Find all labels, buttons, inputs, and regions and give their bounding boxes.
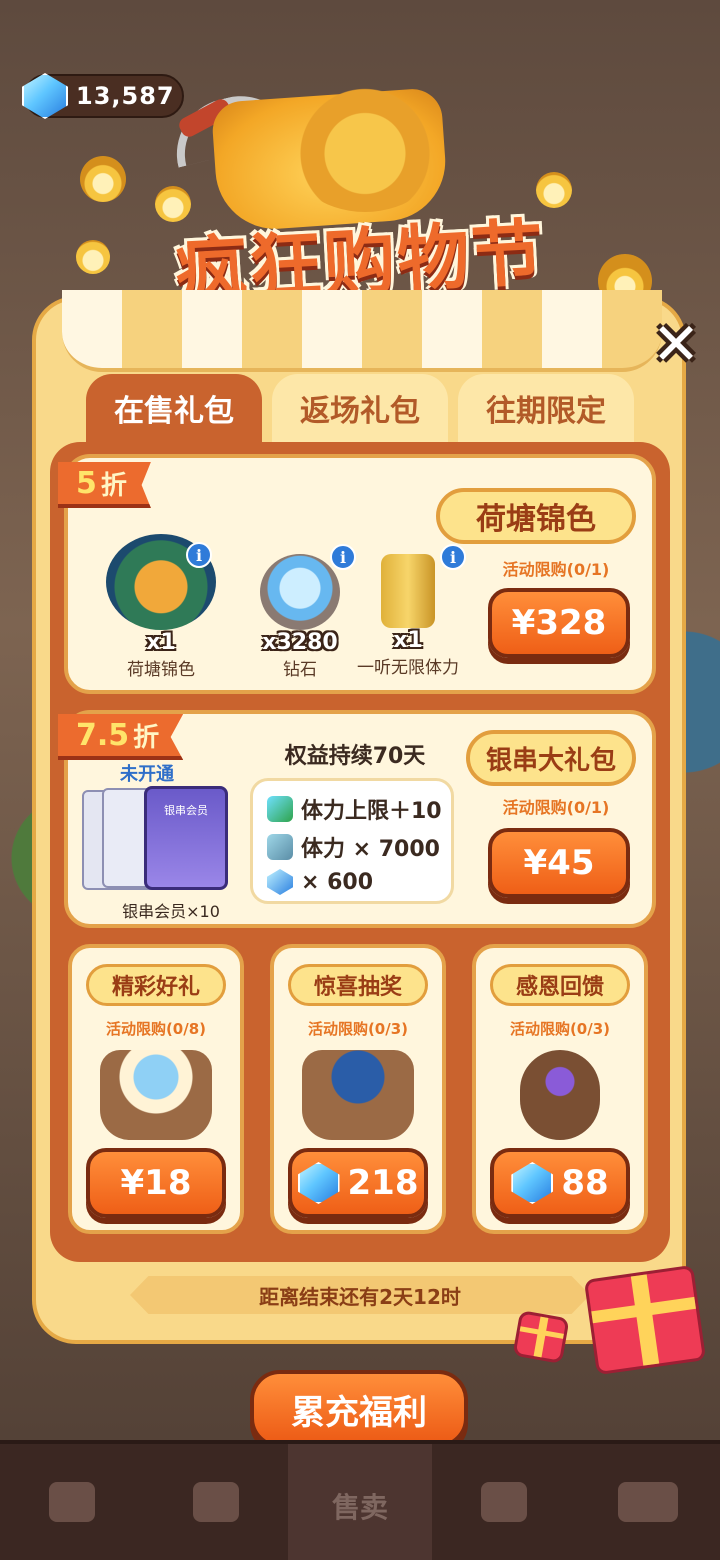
pack-item: x1 一听无限体力 (346, 554, 470, 678)
awning-decoration (62, 290, 662, 372)
purchase-limit: 活动限购(0/3) (509, 1020, 611, 1038)
pack-item: x3280 钻石 (250, 554, 350, 680)
gift-box-icon (583, 1264, 707, 1376)
buy-button-lotus[interactable]: ¥328 (488, 588, 630, 658)
paw-icon (80, 156, 126, 202)
cards-icon (193, 1482, 239, 1522)
purchase-limit: 活动限购(0/3) (307, 1020, 409, 1038)
member-card-icon: 银串会员 (144, 786, 228, 890)
lottery-basket-icon (302, 1050, 414, 1140)
bus-icon (618, 1482, 678, 1522)
small-pack-title: 精彩好礼 (86, 964, 226, 1006)
nav-item-map[interactable] (432, 1444, 576, 1560)
currency-display: 13,587 (22, 73, 184, 119)
info-icon[interactable]: i (186, 542, 212, 568)
buy-button-small-1[interactable]: ¥18 (86, 1148, 226, 1218)
sack-icon (520, 1050, 600, 1140)
benefits-list: 体力上限＋10 体力 × 7000 × 600 (250, 778, 454, 904)
pack-name: 荷塘锦色 (436, 488, 636, 544)
buy-button-small-3[interactable]: 88 (490, 1148, 630, 1218)
benefit-row: 体力上限＋10 (267, 793, 442, 825)
nav-item-bus[interactable] (576, 1444, 720, 1560)
bag-icon (49, 1482, 95, 1522)
tab-on-sale[interactable]: 在售礼包 (86, 374, 262, 442)
info-icon[interactable]: i (440, 544, 466, 570)
benefit-duration: 权益持续70天 (284, 744, 426, 769)
small-pack-title: 感恩回馈 (490, 964, 630, 1006)
paw-icon (76, 240, 110, 274)
nav-item-bag[interactable] (0, 1444, 144, 1560)
currency-amount: 13,587 (76, 82, 175, 110)
nav-item-cards[interactable] (144, 1444, 288, 1560)
diamond-pile-icon (260, 554, 340, 630)
discount-ribbon: 7.5 折 (58, 714, 184, 760)
close-button[interactable]: ✕ (646, 310, 706, 378)
gift-basket-icon (100, 1050, 212, 1140)
cumulative-recharge-button[interactable]: 累充福利 (250, 1370, 468, 1448)
energy-up-icon (267, 796, 293, 822)
pack-name: 银串大礼包 (466, 730, 636, 786)
member-cards-stack: 银串会员 (82, 786, 228, 896)
purchase-limit: 活动限购(0/8) (105, 1020, 207, 1038)
small-pack-card: 感恩回馈 活动限购(0/3) 88 (472, 944, 648, 1234)
small-pack-title: 惊喜抽奖 (288, 964, 428, 1006)
member-label: 银串会员×10 (122, 902, 220, 921)
discount-ribbon: 5 折 (58, 462, 151, 508)
energy-can-icon (381, 554, 435, 628)
tab-bar: 在售礼包 返场礼包 往期限定 (62, 374, 658, 442)
bottom-nav: 售卖 (0, 1440, 720, 1560)
tab-returning[interactable]: 返场礼包 (272, 374, 448, 442)
event-countdown: 距离结束还有2天12时 (130, 1276, 590, 1314)
diamond-icon (297, 1162, 340, 1204)
battery-icon (267, 834, 293, 860)
nav-item-shop[interactable]: 售卖 (288, 1444, 432, 1560)
paw-cookie-icon (285, 82, 445, 212)
buy-button-small-2[interactable]: 218 (288, 1148, 428, 1218)
diamond-icon (511, 1162, 554, 1204)
tab-past-limited[interactable]: 往期限定 (458, 374, 634, 442)
status-label: 未开通 (120, 764, 174, 785)
purchase-limit: 活动限购(0/1) (502, 560, 610, 579)
benefit-row: × 600 (267, 869, 373, 895)
diamond-icon (267, 869, 293, 895)
gift-box-icon (512, 1310, 570, 1364)
buy-button-silver[interactable]: ¥45 (488, 828, 630, 898)
map-pin-icon (481, 1482, 527, 1522)
small-pack-card: 精彩好礼 活动限购(0/8) ¥18 (68, 944, 244, 1234)
small-pack-card: 惊喜抽奖 活动限购(0/3) 218 (270, 944, 446, 1234)
purchase-limit: 活动限购(0/1) (502, 798, 610, 817)
benefit-row: 体力 × 7000 (267, 831, 440, 863)
